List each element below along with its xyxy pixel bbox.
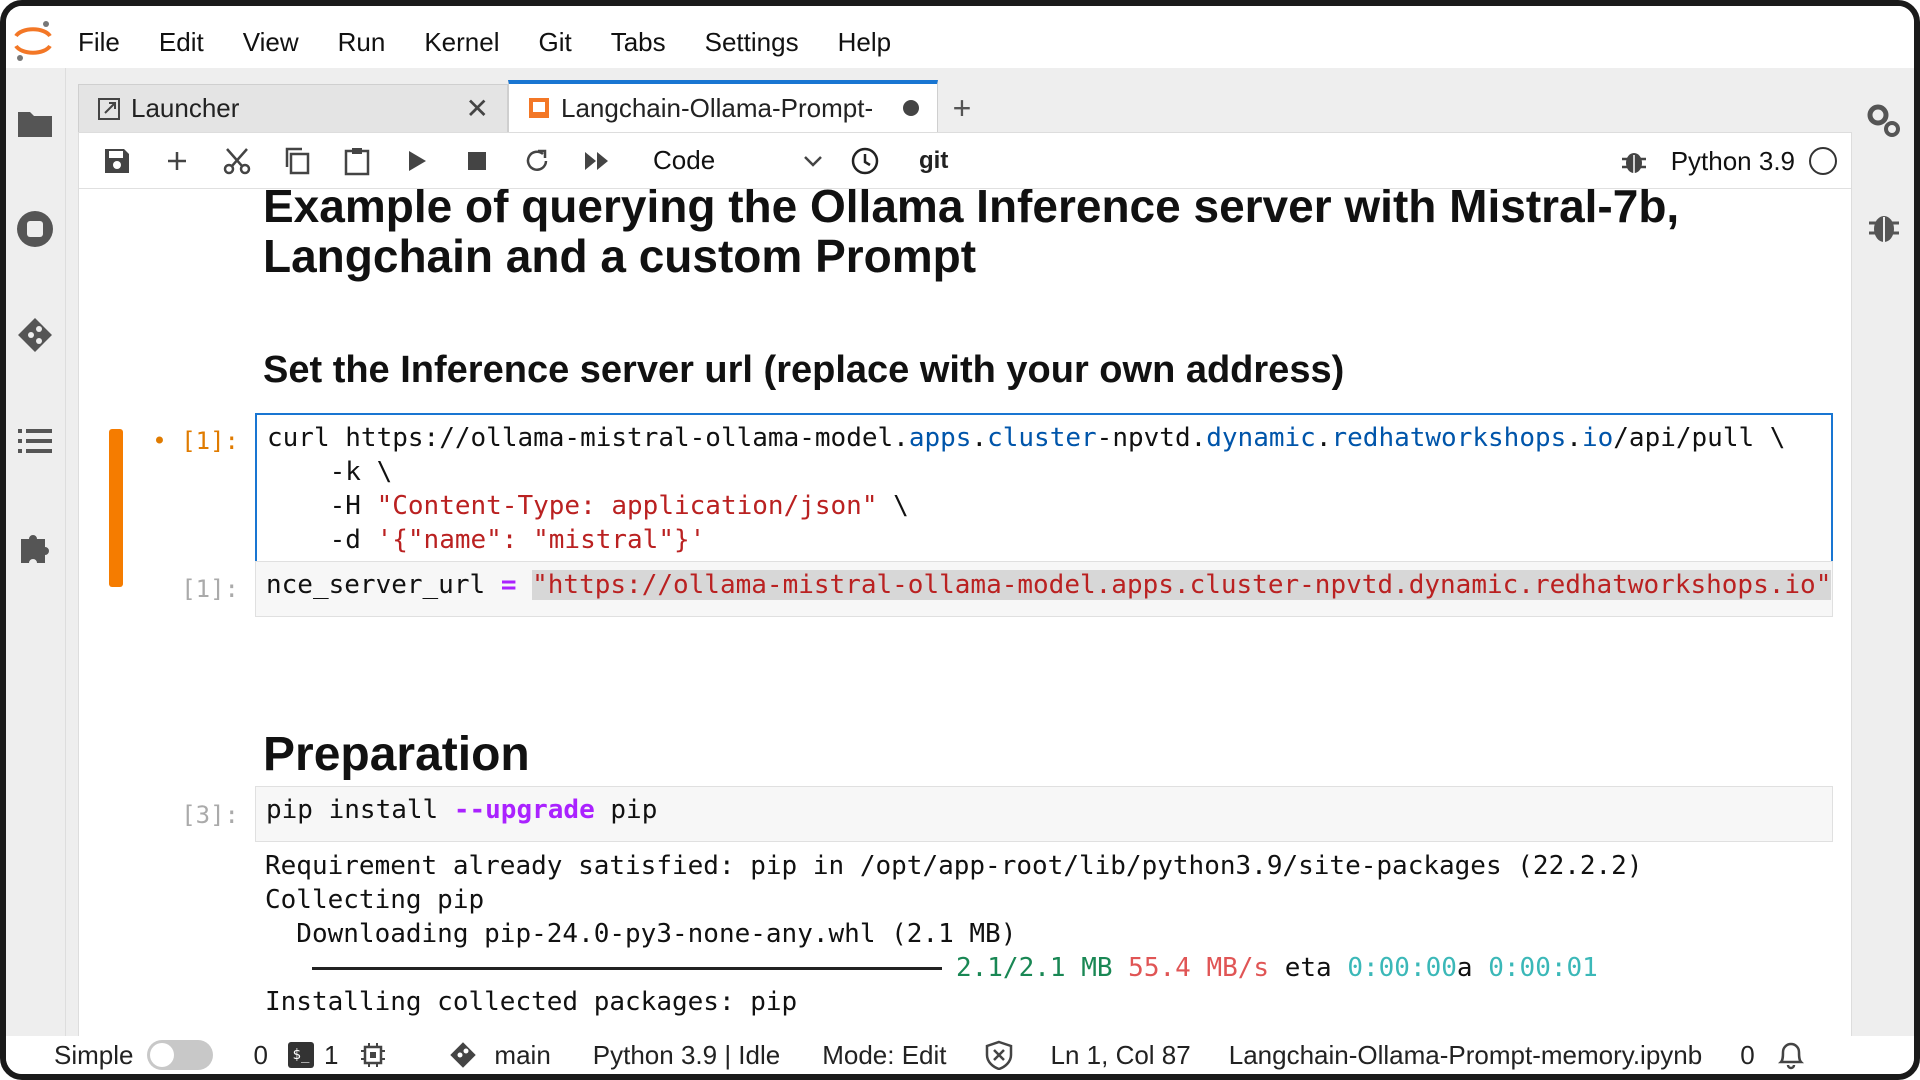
save-button[interactable] xyxy=(93,137,141,185)
menu-git[interactable]: Git xyxy=(538,27,571,58)
stop-icon xyxy=(468,151,486,170)
unsaved-dot-icon[interactable] xyxy=(903,100,919,116)
terminal-icon: $_ xyxy=(287,1042,314,1068)
left-sidebar xyxy=(6,68,66,1048)
notebook-panel: Code git Python 3.9 Example of querying … xyxy=(78,132,1852,1038)
copy-button[interactable] xyxy=(273,137,321,185)
bug-icon[interactable] xyxy=(1621,147,1647,175)
interrupt-button[interactable] xyxy=(453,137,501,185)
main-area: Launcher ✕ Langchain-Ollama-Prompt- + Co… xyxy=(66,68,1866,1048)
heading-set-url: Set the Inference server url (replace wi… xyxy=(263,349,1345,391)
chevron-down-icon xyxy=(804,155,822,167)
property-inspector-icon[interactable] xyxy=(1863,100,1905,142)
run-button[interactable] xyxy=(393,137,441,185)
terminal-count[interactable]: 0 $_ 1 xyxy=(253,1040,338,1071)
play-icon xyxy=(409,150,426,171)
paste-icon xyxy=(344,147,370,175)
kernel-status-icon xyxy=(1809,147,1837,175)
menu-help[interactable]: Help xyxy=(838,27,891,58)
clock-icon xyxy=(851,147,879,174)
git-icon[interactable] xyxy=(14,314,56,356)
time-button[interactable] xyxy=(841,137,889,185)
run-all-button[interactable] xyxy=(573,137,621,185)
insert-cell-button[interactable] xyxy=(153,137,201,185)
cut-button[interactable] xyxy=(213,137,261,185)
menu-file[interactable]: File xyxy=(78,27,120,58)
tab-launcher-label: Launcher xyxy=(131,93,240,123)
shield-icon[interactable] xyxy=(985,1040,1013,1070)
menu-edit[interactable]: Edit xyxy=(159,27,204,58)
cell-output: Requirement already satisfied: pip in /o… xyxy=(265,851,1643,1017)
notebook-icon xyxy=(529,98,549,118)
app-window: File Edit View Run Kernel Git Tabs Setti… xyxy=(0,0,1920,1080)
scissors-icon xyxy=(223,147,251,174)
cell-type-label: Code xyxy=(653,145,716,175)
extension-manager-icon[interactable] xyxy=(14,526,56,568)
close-icon[interactable]: ✕ xyxy=(466,92,489,125)
simple-mode-toggle[interactable] xyxy=(147,1040,214,1070)
copy-icon xyxy=(285,147,310,174)
simple-mode-label: Simple xyxy=(54,1039,134,1070)
new-tab-button[interactable]: + xyxy=(938,84,986,132)
debugger-icon[interactable] xyxy=(1863,206,1905,248)
tab-notebook-label: Langchain-Ollama-Prompt- xyxy=(561,92,874,123)
fast-forward-icon xyxy=(585,151,608,170)
launcher-icon xyxy=(98,97,120,120)
notification-count[interactable]: 0 xyxy=(1740,1040,1754,1071)
cell-type-select[interactable]: Code xyxy=(653,145,823,176)
git-branch[interactable]: main xyxy=(448,1040,551,1071)
editor-mode: Mode: Edit xyxy=(822,1039,947,1070)
git-button[interactable]: git xyxy=(919,147,948,175)
table-of-contents-icon[interactable] xyxy=(14,420,56,462)
cell-prompt: [3]: xyxy=(181,801,239,829)
tab-bar: Launcher ✕ Langchain-Ollama-Prompt- + xyxy=(78,80,986,132)
progress-bar xyxy=(311,967,942,970)
save-icon xyxy=(105,148,129,173)
git-branch-icon xyxy=(450,1042,477,1068)
cell-prompt: [1]: xyxy=(181,575,239,603)
plus-icon xyxy=(168,151,186,170)
paste-button[interactable] xyxy=(333,137,381,185)
code-cell-server-url[interactable]: nce_server_url = "https://ollama-mistral… xyxy=(255,561,1833,617)
heading-preparation: Preparation xyxy=(263,728,530,781)
refresh-icon xyxy=(526,149,548,171)
notebook-content: Example of querying the Ollama Inference… xyxy=(79,189,1851,1039)
notebook-toolbar: Code git Python 3.9 xyxy=(79,133,1851,189)
kernel-area: Python 3.9 xyxy=(1621,139,1837,183)
menu-settings[interactable]: Settings xyxy=(705,27,799,58)
restart-button[interactable] xyxy=(513,137,561,185)
code-cell-curl[interactable]: curl https://ollama-mistral-ollama-model… xyxy=(255,413,1833,571)
cursor-position[interactable]: Ln 1, Col 87 xyxy=(1051,1040,1191,1071)
tab-notebook[interactable]: Langchain-Ollama-Prompt- xyxy=(508,80,938,132)
bell-icon[interactable] xyxy=(1777,1040,1805,1070)
status-bar: Simple 0 $_ 1 main Python 3.9 | Idle Mode:… xyxy=(6,1036,1914,1074)
tab-launcher[interactable]: Launcher ✕ xyxy=(78,84,508,132)
kernel-count-icon[interactable] xyxy=(360,1042,386,1068)
folder-icon[interactable] xyxy=(14,102,56,144)
menu-run[interactable]: Run xyxy=(338,27,386,58)
file-name: Langchain-Ollama-Prompt-memory.ipynb xyxy=(1228,1039,1703,1070)
kernel-name[interactable]: Python 3.9 xyxy=(1671,146,1795,177)
menu-kernel[interactable]: Kernel xyxy=(424,27,499,58)
running-kernels-icon[interactable] xyxy=(14,208,56,250)
menu-view[interactable]: View xyxy=(243,27,299,58)
menu-tabs[interactable]: Tabs xyxy=(611,27,666,58)
jupyter-logo-icon xyxy=(14,21,52,61)
code-cell-pip[interactable]: pip install --upgrade pip xyxy=(255,786,1833,842)
kernel-status[interactable]: Python 3.9 | Idle xyxy=(593,1040,780,1071)
cell-prompt: • [1]: xyxy=(152,427,239,455)
notebook-title: Example of querying the Ollama Inference… xyxy=(263,189,1680,282)
